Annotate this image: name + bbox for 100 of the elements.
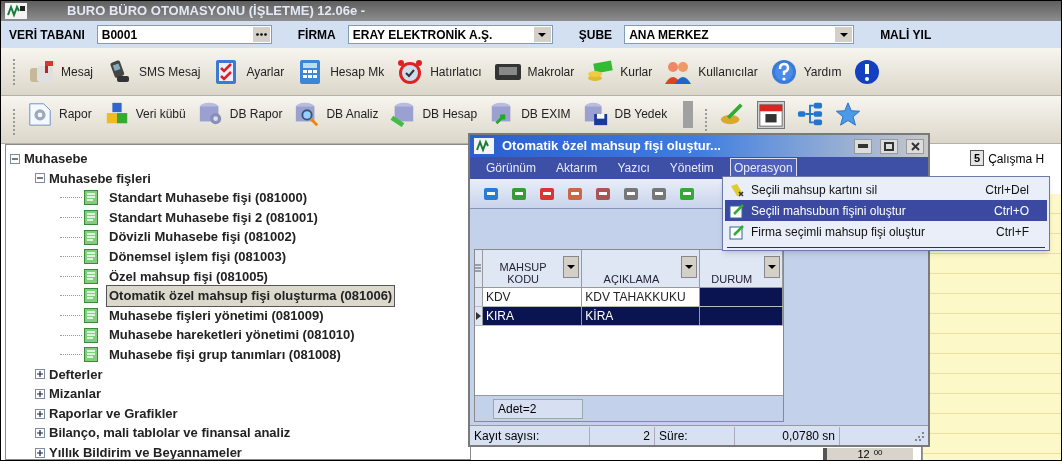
menu-item[interactable]: Seçili mahsup kartını sil Ctrl+Del xyxy=(725,179,1047,200)
count-summary: Adet=2 xyxy=(493,398,583,419)
tree-item[interactable]: Dönemsel işlem fişi (081003) xyxy=(106,246,290,268)
document-icon xyxy=(84,190,98,206)
status-value: 2 xyxy=(590,426,655,445)
table-cell: KİRA xyxy=(582,307,700,325)
collapse-icon[interactable] xyxy=(10,153,20,164)
expand-icon[interactable] xyxy=(35,408,45,419)
toolbar-button[interactable] xyxy=(853,57,882,86)
edit-icon xyxy=(729,202,745,219)
expand-icon[interactable] xyxy=(35,388,45,399)
toolbar-separator xyxy=(683,101,694,128)
caret-icon[interactable] xyxy=(684,265,693,269)
maximize-button[interactable] xyxy=(880,138,898,154)
expand-icon[interactable] xyxy=(35,428,45,439)
toolbar-button[interactable]: Hatırlatıcı xyxy=(396,57,482,86)
star-icon xyxy=(835,101,862,127)
column-header[interactable]: AÇIKLAMA xyxy=(582,250,700,287)
row-pointer-icon xyxy=(475,312,481,320)
toolbar-button[interactable]: Yardım xyxy=(769,57,842,86)
document-icon xyxy=(84,327,98,343)
dropdown-field[interactable]: ANA MERKEZ xyxy=(624,25,855,44)
calendar-icon xyxy=(758,102,785,128)
report-icon xyxy=(27,101,53,127)
day-badge: 5 xyxy=(970,150,985,166)
toolbar-button[interactable]: DB Hesap xyxy=(390,101,478,127)
menu-item[interactable]: Görünüm xyxy=(482,158,541,178)
column-header[interactable]: MAHSUP KODU xyxy=(482,250,583,287)
table-cell: KIRA xyxy=(482,307,583,325)
menu-item[interactable]: Yönetim xyxy=(665,158,718,178)
toolbar-button[interactable]: Mesaj xyxy=(27,57,93,86)
caret-icon[interactable] xyxy=(768,265,776,269)
status-value: 0,0780 sn xyxy=(735,426,840,445)
toolbar-button[interactable]: DB Analiz xyxy=(294,101,379,127)
tree-item[interactable]: Muhasebe hareketleri yönetimi (081010) xyxy=(106,324,358,346)
tree-item[interactable]: Standart Muhasebe fişi 2 (081001) xyxy=(106,206,321,229)
toolbar-button[interactable]: Kullanıcılar xyxy=(664,57,758,86)
tree-node[interactable]: Yıllık Bildirim ve Beyannameler xyxy=(49,442,242,459)
toolbar-button[interactable]: SMS Mesaj xyxy=(105,57,201,86)
minimize-button[interactable] xyxy=(854,138,872,154)
minimize-icon xyxy=(858,144,868,148)
calendar-tab[interactable]: Çalışma H xyxy=(988,150,1045,168)
column-title: KODU xyxy=(507,273,539,285)
tree-item[interactable]: Otomatik özel mahsup fişi oluşturma (081006) xyxy=(106,285,396,307)
document-icon xyxy=(84,347,98,363)
tree-node[interactable]: Muhasebe fişleri xyxy=(49,168,151,189)
status-label: Kayıt sayısı: xyxy=(470,426,590,445)
expand-icon[interactable] xyxy=(35,369,45,380)
toolbar-button[interactable]: Ayarlar xyxy=(212,57,285,86)
tree-node[interactable]: Muhasebe xyxy=(24,149,88,169)
column-title: MAHSUP xyxy=(499,261,547,273)
toolbar-button[interactable]: DB Rapor xyxy=(197,101,283,127)
row-indicator[interactable] xyxy=(475,307,483,325)
menu-item[interactable]: Firma seçimli mahsup fişi oluştur Ctrl+F xyxy=(725,221,1047,242)
menu-item[interactable]: Aktarım xyxy=(552,158,602,178)
toolbar-button[interactable]: DB Yedek xyxy=(582,101,668,127)
toolbar-button[interactable]: Kurlar xyxy=(586,57,653,86)
menu-item[interactable]: Yazıcı xyxy=(613,158,654,178)
tree-item[interactable]: Dövizli Muhasebe fişi (081002) xyxy=(106,226,300,248)
resize-grip-icon[interactable] xyxy=(914,430,924,441)
close-icon xyxy=(910,141,920,151)
document-icon xyxy=(84,268,98,284)
toolbar-button[interactable] xyxy=(757,101,786,129)
status-label: Süre: xyxy=(655,426,735,445)
maximize-icon xyxy=(884,141,894,151)
tree-node[interactable]: Raporlar ve Grafikler xyxy=(49,403,178,424)
child-window-title: Otomatik özel mahsup fişi oluştur... xyxy=(502,137,722,156)
tree-node[interactable]: Mizanlar xyxy=(49,384,101,404)
diagram-icon xyxy=(797,101,824,127)
expand-icon[interactable] xyxy=(35,447,45,458)
menu-item[interactable]: Seçili mahsubun fişini oluştur Ctrl+O xyxy=(725,200,1047,221)
toolbar-button[interactable]: Veri kübü xyxy=(103,101,186,127)
database-field[interactable]: B0001 xyxy=(96,25,272,44)
field-label: FİRMA xyxy=(297,26,336,44)
menu-item[interactable]: Operasyon xyxy=(729,158,797,178)
toolbar-button[interactable]: Hesap Mk xyxy=(296,57,385,86)
column-title: DURUM xyxy=(711,273,753,285)
toolbar-button[interactable]: Makrolar xyxy=(493,57,575,86)
tree-node[interactable]: Defterler xyxy=(49,364,103,385)
caret-icon[interactable] xyxy=(567,265,576,269)
app-logo-icon xyxy=(5,3,27,19)
clock-minute: 00 xyxy=(873,448,883,457)
edit-icon xyxy=(729,223,745,240)
tree-item[interactable]: Standart Muhasebe fişi (081000) xyxy=(106,187,310,209)
document-icon xyxy=(84,210,98,226)
document-icon xyxy=(84,249,98,265)
tree-item[interactable]: Muhasebe fişleri yönetimi (081009) xyxy=(106,304,327,327)
dropdown-field[interactable]: ERAY ELEKTRONİK A.Ş. xyxy=(347,25,553,44)
tree-item[interactable]: Özel mahsup fişi (081005) xyxy=(106,265,271,288)
ellipsis-icon xyxy=(255,33,267,36)
close-button[interactable] xyxy=(906,138,924,154)
collapse-icon[interactable] xyxy=(35,173,45,184)
toolbar-button[interactable]: Rapor xyxy=(27,101,92,127)
toolbar-button[interactable]: DB EXIM xyxy=(489,101,571,127)
clock-hour: 12 xyxy=(857,448,870,460)
tree-node[interactable]: Bilanço, mali tablolar ve finansal analiz xyxy=(49,423,291,443)
document-icon xyxy=(84,288,98,304)
alarm-clock-icon xyxy=(396,57,425,86)
document-icon xyxy=(84,229,98,245)
tree-item[interactable]: Muhasebe fişi grup tanımları (081008) xyxy=(106,344,344,366)
